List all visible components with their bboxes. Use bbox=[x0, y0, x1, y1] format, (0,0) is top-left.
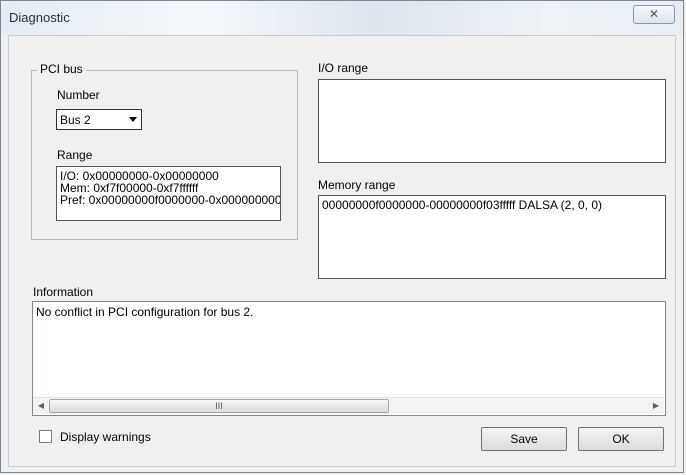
title-bar: Diagnostic ✕ bbox=[1, 1, 683, 35]
information-label: Information bbox=[33, 285, 94, 299]
ok-button[interactable]: OK bbox=[578, 427, 664, 451]
scroll-right-icon[interactable]: ▶ bbox=[648, 398, 664, 414]
io-range-label: I/O range bbox=[318, 61, 369, 75]
memory-range-listbox[interactable]: 00000000f0000000-00000000f03fffff DALSA … bbox=[318, 195, 666, 279]
display-warnings-label: Display warnings bbox=[60, 430, 151, 444]
range-line-pref: Pref: 0x00000000f0000000-0x000000000 bbox=[60, 193, 281, 207]
range-label: Range bbox=[57, 148, 93, 162]
memory-range-line: 00000000f0000000-00000000f03fffff DALSA … bbox=[322, 198, 603, 212]
chevron-down-icon[interactable] bbox=[129, 117, 137, 122]
number-label: Number bbox=[57, 88, 100, 102]
bus-number-select[interactable]: Bus 2 bbox=[56, 109, 142, 130]
window-title: Diagnostic bbox=[9, 10, 70, 25]
pci-bus-group-label: PCI bus bbox=[37, 62, 86, 76]
display-warnings-checkbox[interactable] bbox=[39, 430, 52, 443]
information-horizontal-scrollbar[interactable]: ◀ III ▶ bbox=[33, 397, 664, 414]
io-range-listbox[interactable] bbox=[318, 79, 666, 163]
scroll-thumb[interactable]: III bbox=[49, 399, 389, 413]
close-button[interactable]: ✕ bbox=[633, 5, 675, 24]
bus-number-value: Bus 2 bbox=[60, 113, 91, 127]
memory-range-label: Memory range bbox=[318, 178, 396, 192]
information-text: No conflict in PCI configuration for bus… bbox=[36, 305, 254, 319]
range-listbox[interactable]: I/O: 0x00000000-0x00000000 Mem: 0xf7f000… bbox=[56, 166, 281, 221]
save-button[interactable]: Save bbox=[481, 427, 567, 451]
scroll-left-icon[interactable]: ◀ bbox=[33, 398, 49, 414]
